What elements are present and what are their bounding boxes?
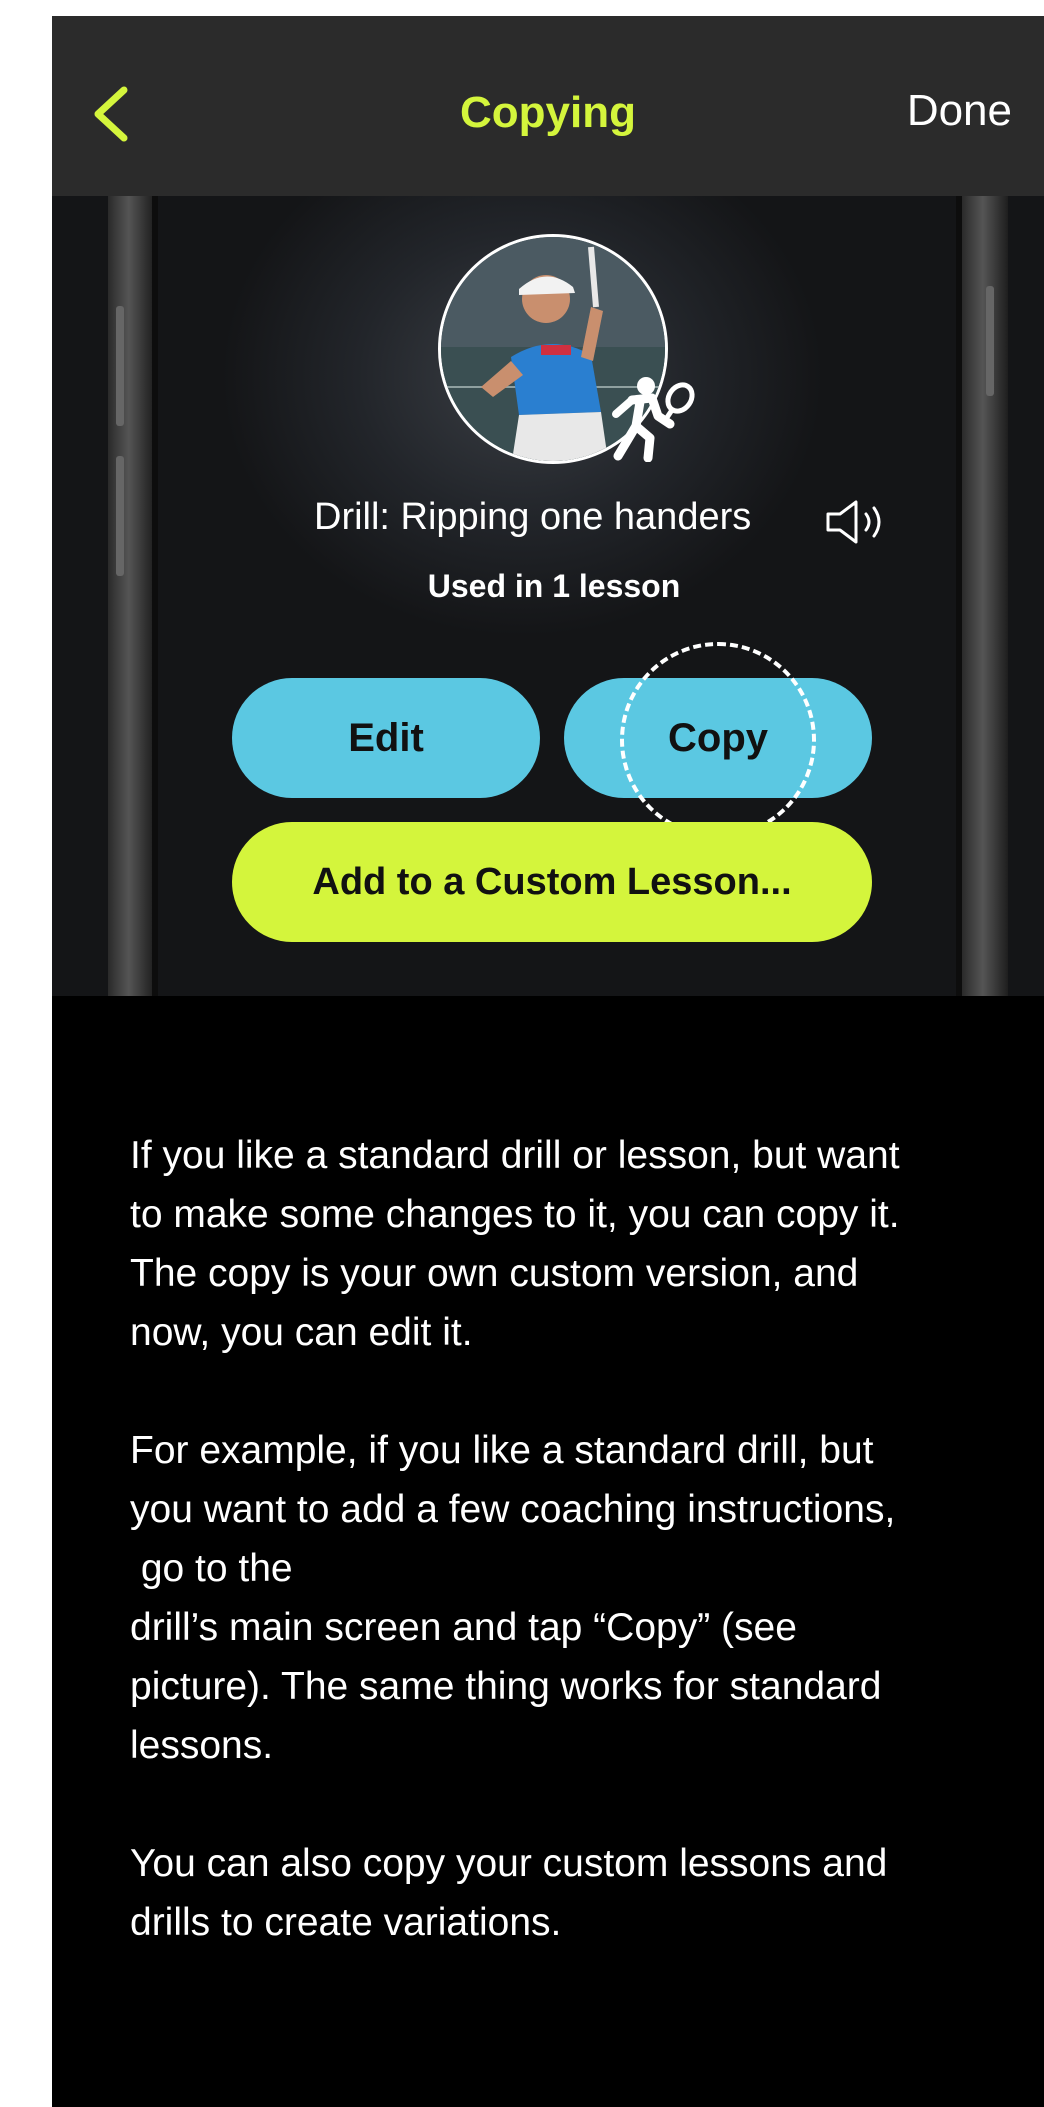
used-in-count: Used in 1 lesson [427,568,681,604]
text-line: For example, if you like a standard dril… [130,1429,874,1472]
text-line: lessons. [130,1724,274,1767]
text-line: drills to create variations. [130,1901,562,1944]
help-text: If you like a standard drill or lesson, … [130,1126,1010,2011]
screen: Copying Done Drill: Ripping one handers … [52,16,1044,2107]
text-line: go to the [130,1547,293,1590]
paragraph-1: If you like a standard drill or lesson, … [130,1126,1010,1362]
copy-button[interactable]: Copy [564,678,872,798]
text-line: drill’s main screen and tap “Copy” (see [130,1606,797,1649]
done-button[interactable]: Done [907,86,1012,136]
text-line: The copy is your own custom version, and [130,1252,859,1295]
paragraph-2: For example, if you like a standard dril… [130,1421,1010,1775]
chevron-left-icon [94,86,128,142]
edit-button[interactable]: Edit [232,678,540,798]
speaker-icon[interactable] [824,498,890,546]
page-title: Copying [460,88,636,137]
text-line: picture). The same thing works for stand… [130,1665,882,1708]
add-to-custom-lesson-button[interactable]: Add to a Custom Lesson... [232,822,872,942]
text-line: You can also copy your custom lessons an… [130,1842,888,1885]
drill-title: Drill: Ripping one handers [314,496,752,538]
text-line: If you like a standard drill or lesson, … [130,1134,900,1177]
phone-side-button [116,306,124,426]
back-button[interactable] [88,84,138,144]
tennis-player-icon [600,372,696,463]
drill-screen-picture: Drill: Ripping one handers Used in 1 les… [52,196,1044,996]
navigation-bar: Copying Done [52,16,1044,196]
text-line: to make some changes to it, you can copy… [130,1193,900,1236]
phone-side-button [116,456,124,576]
phone-side-button [986,286,994,396]
text-line: now, you can edit it. [130,1311,473,1354]
paragraph-3: You can also copy your custom lessons an… [130,1834,1010,1952]
text-line: you want to add a few coaching instructi… [130,1488,896,1531]
